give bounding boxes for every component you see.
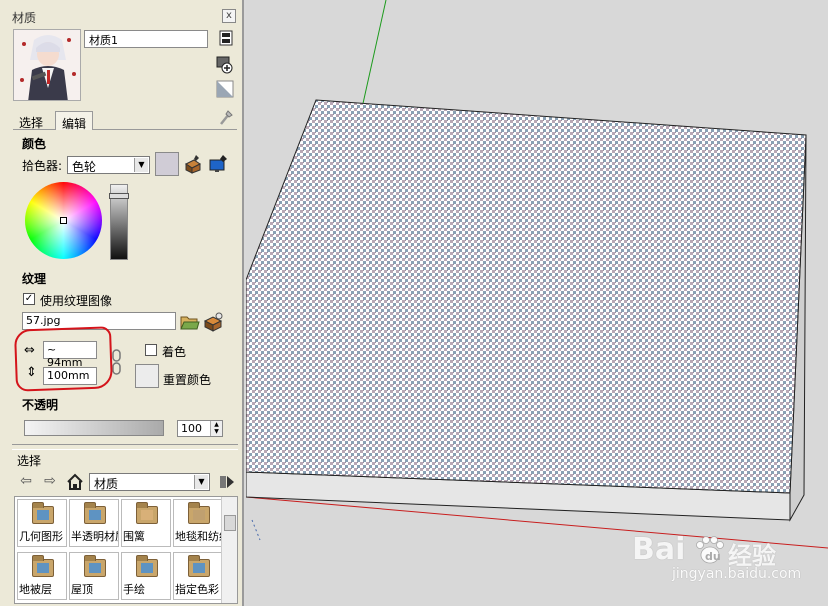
opacity-spinbox[interactable]: 100 ▲ ▼ <box>177 420 223 437</box>
display-secondary-sampler-icon[interactable] <box>218 30 234 46</box>
library-item[interactable]: 半透明材质 <box>69 499 119 547</box>
paw-logo-icon: du <box>694 535 726 565</box>
panel-divider <box>12 444 238 450</box>
color-picker-value: 色轮 <box>72 160 97 174</box>
browse-folder-icon[interactable] <box>180 313 200 331</box>
match-color-screen-icon[interactable] <box>209 154 229 174</box>
library-item-label: 几何图形 <box>19 530 63 543</box>
library-item[interactable]: 地毯和纺织品 <box>173 499 223 547</box>
match-color-model-icon[interactable] <box>184 154 202 174</box>
color-swatch[interactable] <box>155 152 179 176</box>
collection-value: 材质 <box>94 477 119 491</box>
library-scrollbar[interactable] <box>221 497 237 603</box>
library-item[interactable]: 屋顶 <box>69 552 119 600</box>
reset-color-swatch[interactable] <box>135 364 159 388</box>
library-item[interactable]: 几何图形 <box>17 499 67 547</box>
library-item-label: 手绘 <box>123 583 145 596</box>
textured-top-face[interactable] <box>245 99 807 494</box>
library-item-label: 地毯和纺织品 <box>175 530 222 543</box>
colorize-label: 着色 <box>162 345 187 359</box>
edit-texture-icon[interactable] <box>203 312 223 332</box>
panel-titlebar[interactable]: 材质 x <box>4 6 236 26</box>
library-item-label: 地被层 <box>19 583 52 596</box>
material-name-input[interactable]: 材质1 <box>84 30 208 48</box>
blue-axis-dotted <box>251 519 261 541</box>
lock-aspect-chain-icon[interactable] <box>111 348 123 376</box>
svg-text:du: du <box>705 550 721 563</box>
red-annotation-circle <box>13 326 114 392</box>
library-item[interactable]: 地被层 <box>17 552 67 600</box>
close-button[interactable]: x <box>222 9 236 23</box>
color-wheel[interactable] <box>25 182 102 259</box>
material-preview-thumbnail <box>13 29 81 101</box>
tab-select[interactable]: 选择 <box>13 111 49 130</box>
details-arrow-icon[interactable] <box>218 473 236 491</box>
tab-edit[interactable]: 编辑 <box>55 111 94 131</box>
material-library-grid: 几何图形 半透明材质 围篱 地毯和纺织品 地被层 屋顶 手绘 指定色彩 <box>14 496 238 604</box>
folder-icon <box>84 502 106 524</box>
folder-icon <box>188 502 210 524</box>
chevron-down-icon: ▼ <box>134 158 148 172</box>
texture-section-heading: 纹理 <box>22 272 47 286</box>
brightness-slider-knob[interactable] <box>109 193 129 199</box>
use-texture-label: 使用纹理图像 <box>40 294 113 308</box>
folder-icon <box>188 555 210 577</box>
watermark-url: jingyan.baidu.com <box>672 566 802 582</box>
baidu-brand-text: Bai <box>632 532 686 567</box>
spin-up-down-icon[interactable]: ▲ ▼ <box>210 421 222 436</box>
panel-title: 材质 <box>12 11 37 25</box>
default-material-icon[interactable] <box>216 80 234 98</box>
opacity-slider[interactable] <box>24 420 164 436</box>
library-scrollbar-thumb[interactable] <box>224 515 236 531</box>
panel-tabs: 选择 编辑 <box>13 110 237 131</box>
color-section-heading: 颜色 <box>22 137 47 151</box>
reset-color-label: 重置颜色 <box>163 373 212 387</box>
folder-icon <box>32 502 54 524</box>
folder-icon <box>84 555 106 577</box>
picker-label: 拾色器: <box>22 159 63 173</box>
library-item[interactable]: 指定色彩 <box>173 552 223 600</box>
library-heading: 选择 <box>17 454 42 468</box>
color-picker-select[interactable]: 色轮 ▼ <box>67 156 150 174</box>
folder-icon <box>32 555 54 577</box>
library-item[interactable]: 手绘 <box>121 552 171 600</box>
material-panel: 材质 x 材质1 选择 编辑 颜色 拾色器: 色轮 ▼ 纹理 ✓ 使用纹理图像 … <box>0 0 244 606</box>
brightness-slider[interactable] <box>109 184 129 260</box>
opacity-section-heading: 不透明 <box>22 398 59 412</box>
home-icon[interactable] <box>66 473 84 491</box>
library-item-label: 屋顶 <box>71 583 93 596</box>
colorize-checkbox[interactable] <box>145 344 157 356</box>
color-wheel-cursor[interactable] <box>60 217 67 224</box>
back-arrow-icon[interactable]: ⇦ <box>18 473 34 489</box>
use-texture-checkbox[interactable]: ✓ <box>23 293 35 305</box>
create-material-icon[interactable] <box>216 56 233 74</box>
model-viewport[interactable]: Bai du 经验 jingyan.baidu.com <box>245 0 828 606</box>
chevron-down-icon: ▼ <box>194 475 208 489</box>
scene-canvas <box>245 0 828 549</box>
collection-select[interactable]: 材质 ▼ <box>89 473 210 491</box>
library-item[interactable]: 围篱 <box>121 499 171 547</box>
library-item-label: 半透明材质 <box>71 530 118 543</box>
opacity-value: 100 <box>181 422 202 435</box>
forward-arrow-icon[interactable]: ⇨ <box>42 473 58 489</box>
sample-paint-icon[interactable] <box>218 108 234 125</box>
folder-icon <box>136 555 158 577</box>
library-item-label: 指定色彩 <box>175 583 219 596</box>
anime-figure-image <box>14 30 80 100</box>
library-item-label: 围篱 <box>123 530 145 543</box>
folder-icon <box>136 502 158 524</box>
